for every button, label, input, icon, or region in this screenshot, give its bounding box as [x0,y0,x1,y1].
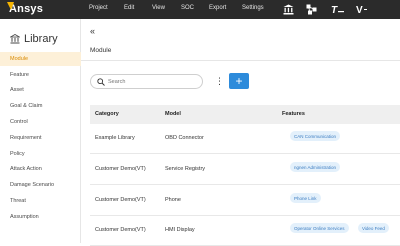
network-icon[interactable] [306,4,317,15]
feature-chip[interactable]: Video Feed [358,223,389,233]
feature-chip[interactable]: Phone Link [290,193,321,203]
cell-category: Customer Demo(VT) [95,197,146,203]
menu-settings[interactable]: Settings [242,5,264,11]
sidebar-item-requirement[interactable]: Requirement [0,131,81,145]
cell-category: Customer Demo(VT) [95,166,146,172]
header-divider [81,60,400,61]
cell-category: Customer Demo(VT) [95,227,146,233]
column-header-features[interactable]: Features [282,111,305,117]
table-row[interactable]: Customer Demo(VT) Phone Phone Link [90,186,400,216]
menu-edit[interactable]: Edit [124,5,134,11]
collapse-sidebar-button[interactable]: « [90,26,95,36]
cell-model: Service Registry [165,166,206,172]
cell-model: HMI Display [165,227,195,233]
bank-icon[interactable] [283,4,294,15]
column-header-model[interactable]: Model [165,111,181,117]
svg-text:V: V [356,5,363,15]
feature-chip[interactable]: Operator Online Services [290,223,349,233]
sidebar-item-control[interactable]: Control [0,115,81,129]
page-title: Module [90,47,112,54]
sidebar-item-assumption[interactable]: Assumption [0,210,81,224]
cell-model: OBD Connector [165,135,204,141]
cell-model: Phone [165,197,181,203]
sidebar-item-damage-scenario[interactable]: Damage Scenario [0,178,81,192]
library-header: Library [10,33,58,45]
search-box[interactable] [90,74,203,89]
menu-project[interactable]: Project [89,5,108,11]
library-sidebar: Library Module Feature Asset Goal & Clai… [0,19,81,243]
table-row[interactable]: Customer Demo(VT) HMI Display Operator O… [90,216,400,246]
table-row[interactable]: Customer Demo(VT) Service Registry ngnen… [90,155,400,185]
svg-text:T: T [331,5,338,15]
table-row[interactable]: Example Library OBD Connector CAN Commun… [90,124,400,154]
library-title: Library [24,33,58,45]
sidebar-item-threat[interactable]: Threat [0,194,81,208]
sidebar-item-policy[interactable]: Policy [0,147,81,161]
search-icon [97,78,105,86]
library-icon [10,34,20,44]
ansys-slash-icon [7,2,14,10]
search-input[interactable] [108,77,198,87]
feature-chip[interactable]: ngnen Administration [290,162,341,172]
column-header-category[interactable]: Category [95,111,119,117]
cell-category: Example Library [95,135,135,141]
sidebar-item-asset[interactable]: Asset [0,83,81,97]
add-module-button[interactable]: + [229,73,249,89]
brand-logo[interactable]: Ansys [7,2,44,15]
table-header: Category Model Features [90,105,400,124]
feature-chip[interactable]: CAN Communication [290,131,341,141]
sidebar-item-feature[interactable]: Feature [0,68,81,82]
v-logo-icon[interactable]: V [356,4,368,15]
more-options-icon[interactable]: ⋮ [215,76,224,86]
sidebar-item-goal-claim[interactable]: Goal & Claim [0,99,81,113]
sidebar-item-attack-action[interactable]: Attack Action [0,162,81,176]
main-panel: « Module ⋮ + Category Model Features Exa… [81,19,400,246]
menu-export[interactable]: Export [209,5,226,11]
brand-name: Ansys [9,3,44,15]
menu-view[interactable]: View [152,5,165,11]
t-logo-icon[interactable]: T [331,4,345,15]
sidebar-item-module[interactable]: Module [0,52,81,66]
menu-soc[interactable]: SOC [181,5,194,11]
top-menu-bar: Ansys Project Edit View SOC Export Setti… [0,0,400,19]
